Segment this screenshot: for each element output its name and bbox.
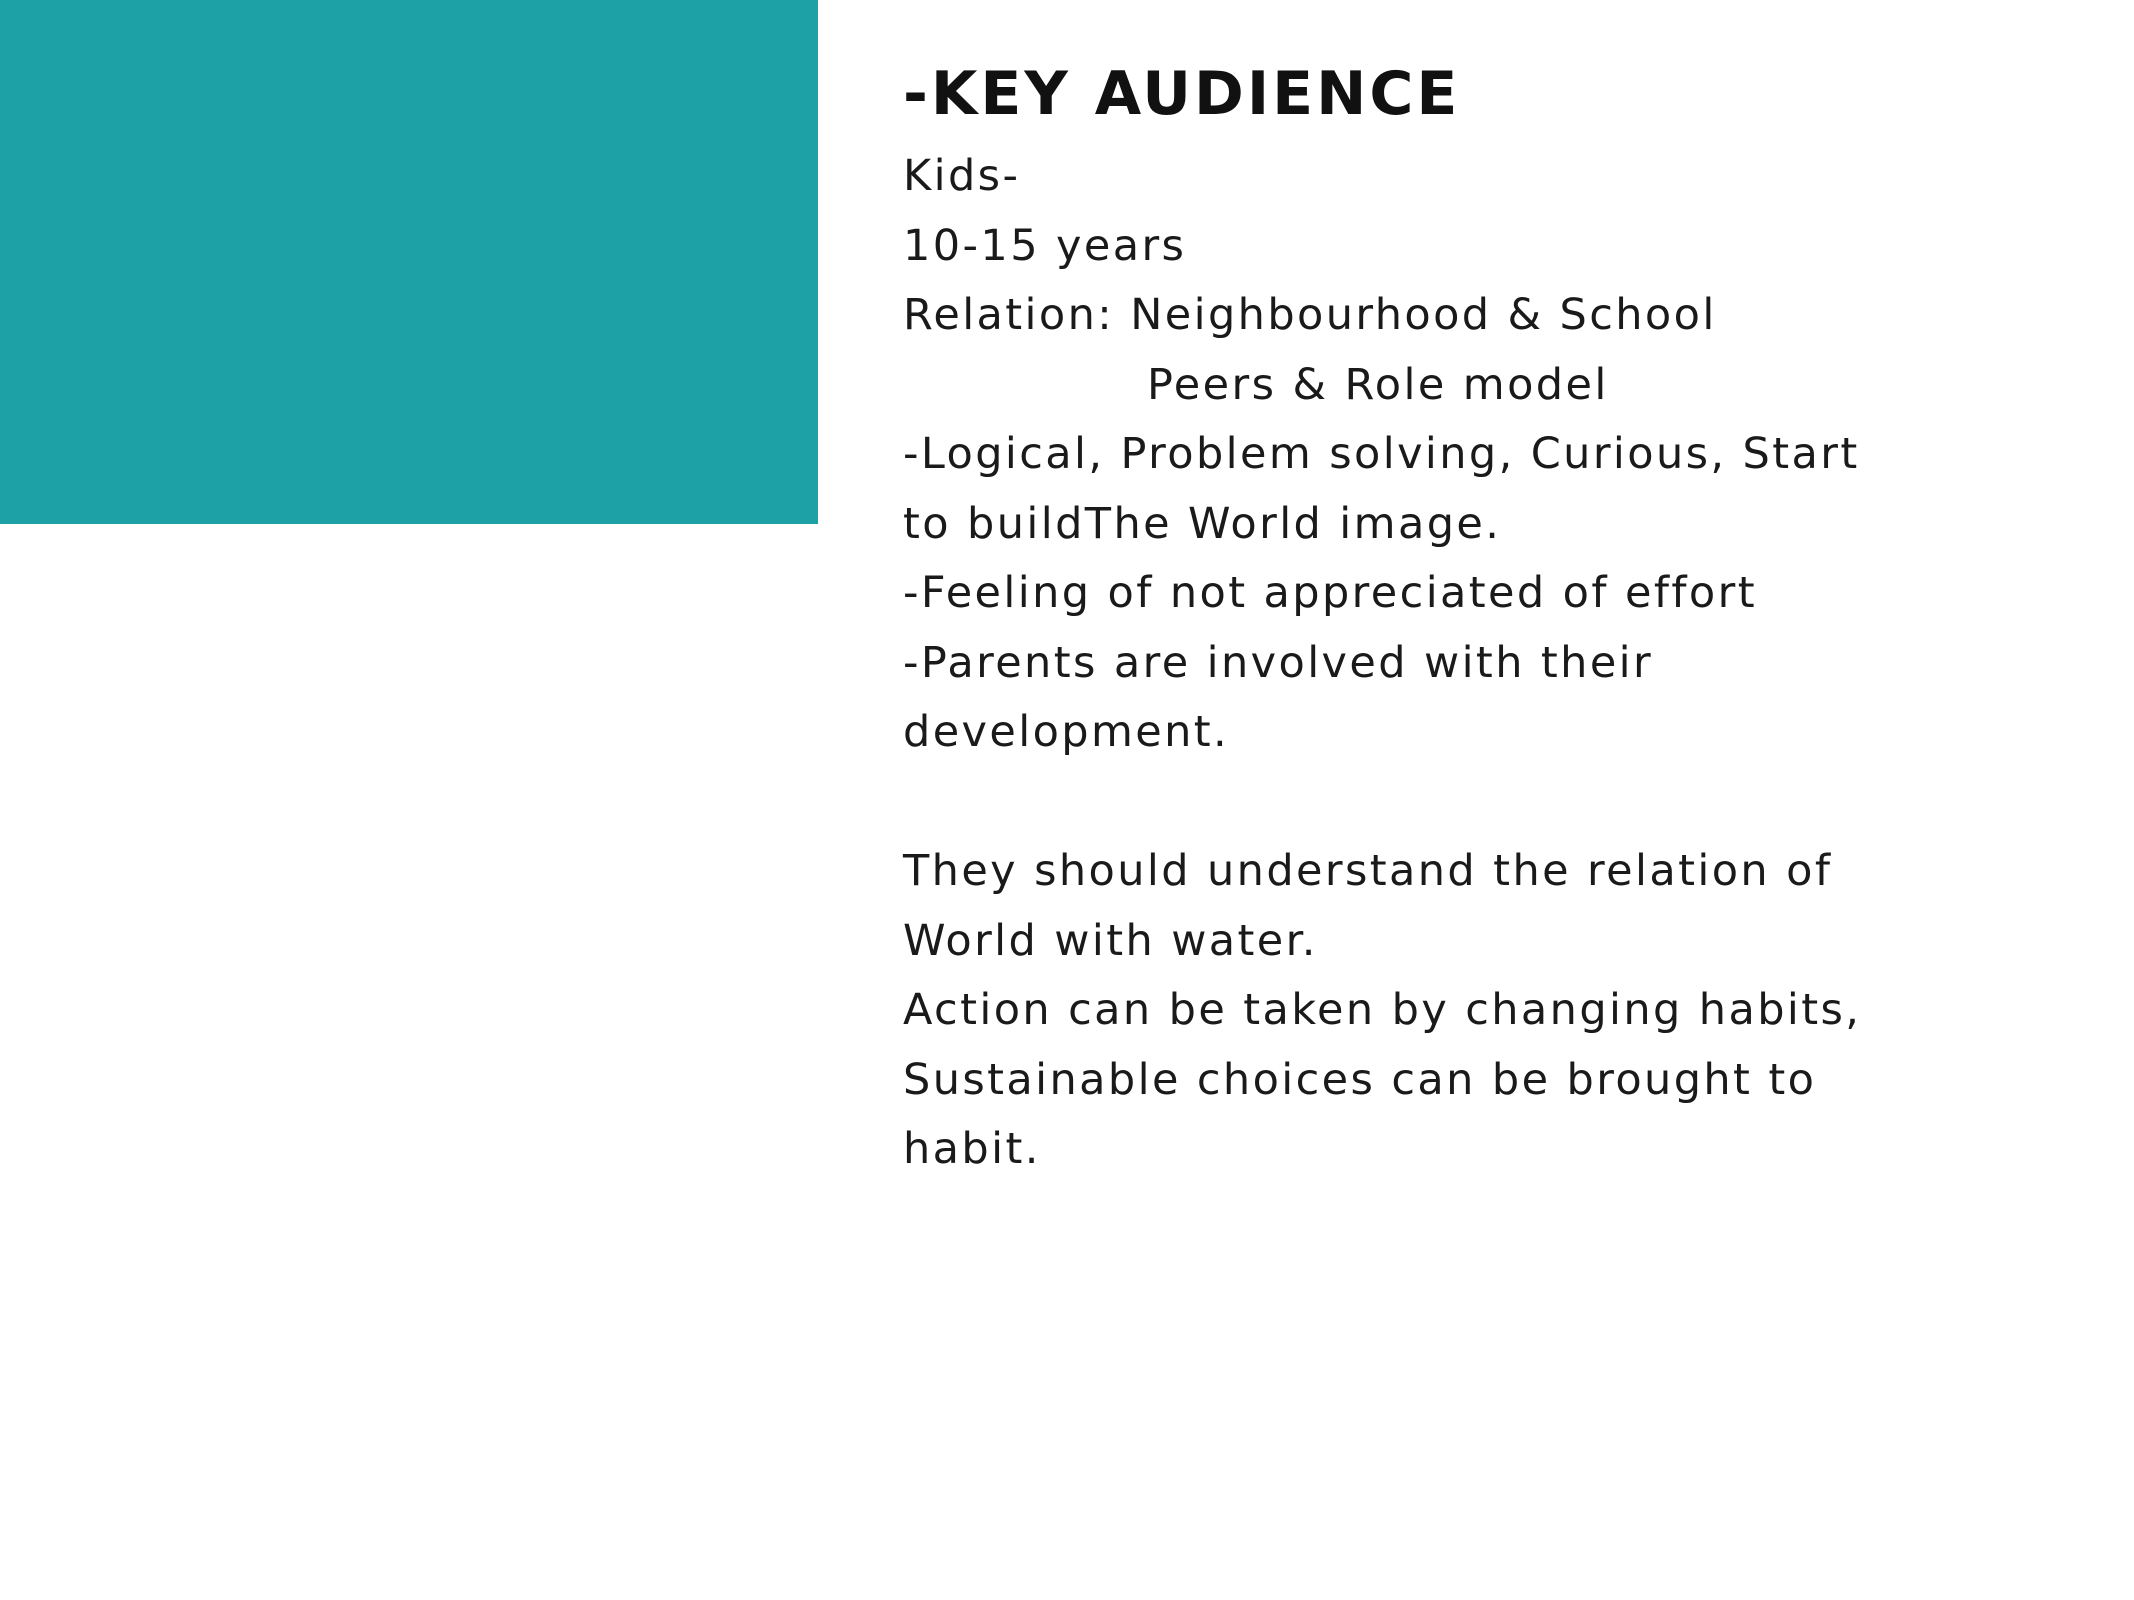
accent-color-block — [0, 0, 818, 524]
body-line-age-range: 10-15 years — [903, 220, 1187, 271]
slide-content: -KEY AUDIENCE Kids- 10-15 years Relation… — [903, 56, 2003, 1185]
body-line-understand-continued: World with water. — [903, 915, 1318, 966]
body-line-kids: Kids- — [903, 151, 1021, 201]
body-line-sustainable-continued: habit. — [903, 1124, 1041, 1174]
body-line-action: Action can be taken by changing habits, — [903, 985, 1862, 1035]
body-line-relation-continued: Peers & Role model — [1147, 359, 1609, 410]
slide-body: Kids- 10-15 years Relation: Neighbourhoo… — [903, 142, 2003, 1185]
body-line-parents-continued: development. — [903, 707, 1230, 757]
body-line-spacer — [903, 768, 2003, 838]
body-line-parents: -Parents are involved with their — [903, 637, 1654, 688]
body-line-feeling: -Feeling of not appreciated of effort — [903, 568, 1757, 618]
body-line-relation: Relation: Neighbourhood & School — [903, 290, 1717, 340]
body-line-traits-continued: to buildThe World image. — [903, 498, 1502, 549]
slide-title: -KEY AUDIENCE — [903, 59, 1461, 129]
body-line-traits: -Logical, Problem solving, Curious, Star… — [903, 429, 1860, 479]
body-line-sustainable: Sustainable choices can be brought to — [903, 1054, 1817, 1105]
body-line-understand: They should understand the relation of — [903, 846, 1833, 896]
